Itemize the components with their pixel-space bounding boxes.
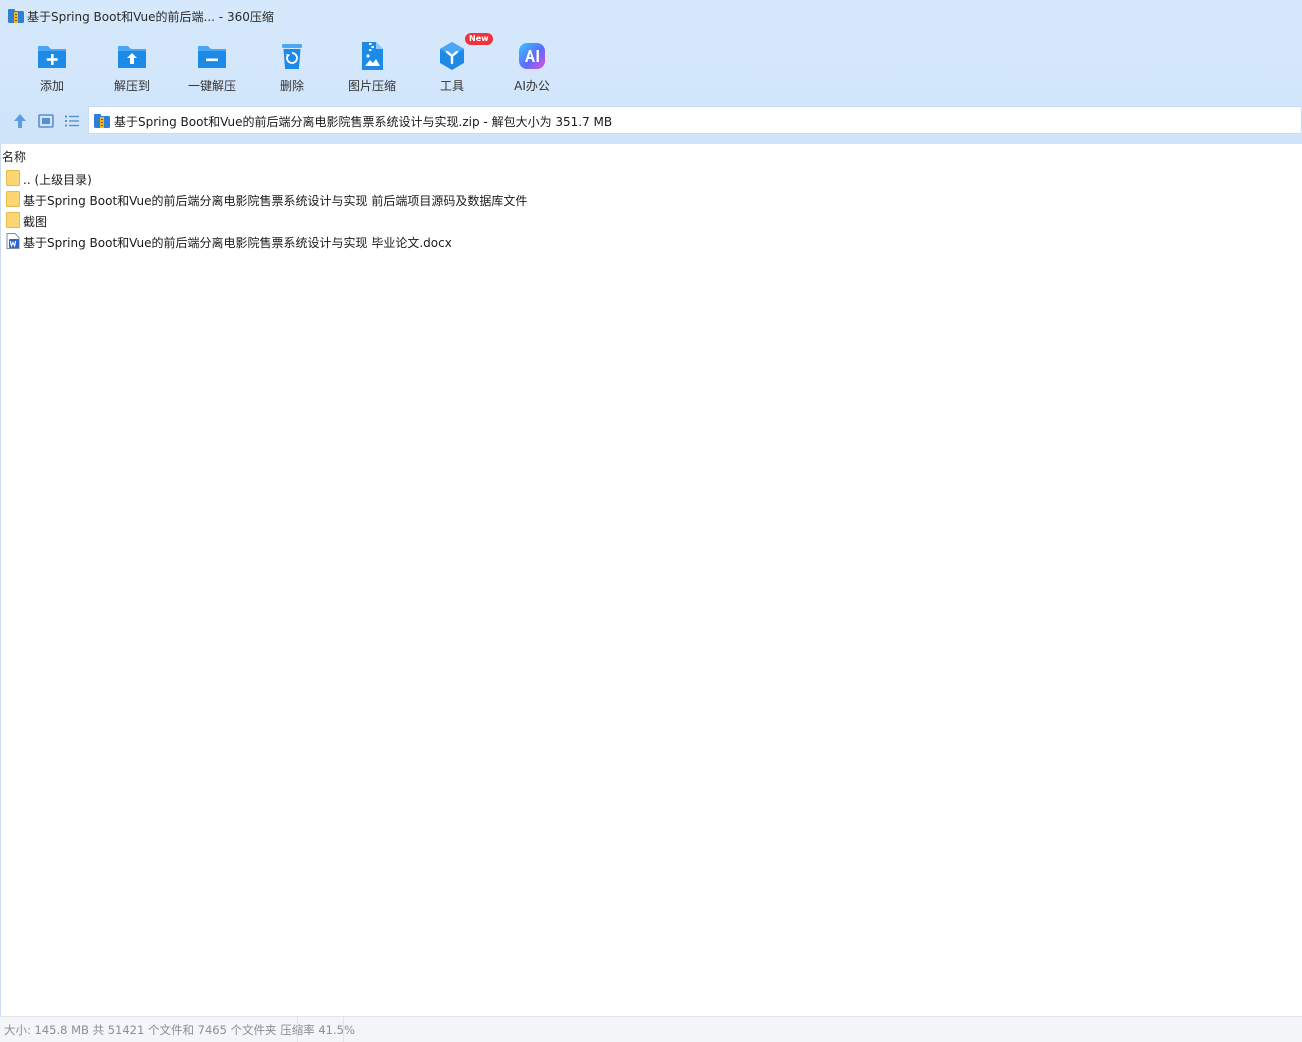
folder-oneclick-icon xyxy=(198,46,226,68)
column-header-name[interactable]: 名称 xyxy=(2,148,26,165)
image-compress-label: 图片压缩 xyxy=(347,79,396,93)
tools-button[interactable]: New 工具 xyxy=(412,33,493,100)
window-title: 基于Spring Boot和Vue的前后端... - 360压缩 xyxy=(27,10,274,24)
list-item-docx[interactable]: 基于Spring Boot和Vue的前后端分离电影院售票系统设计与实现 毕业论文… xyxy=(0,231,1302,252)
top-area: 基于Spring Boot和Vue的前后端... - 360压缩 添加 解压到 xyxy=(0,0,1302,144)
tools-label: 工具 xyxy=(439,79,464,93)
thumbnail-view-icon[interactable] xyxy=(37,112,55,130)
list-item-name: 基于Spring Boot和Vue的前后端分离电影院售票系统设计与实现 毕业论文… xyxy=(23,236,452,250)
add-label: 添加 xyxy=(39,79,64,93)
toolbar: 添加 解压到 一键解压 删除 图片压缩 New 工具 AI办公 xyxy=(12,33,572,100)
archive-app-icon xyxy=(8,9,24,23)
extract-to-button[interactable]: 解压到 xyxy=(92,38,172,100)
folder-icon xyxy=(6,191,20,207)
add-button[interactable]: 添加 xyxy=(12,38,92,100)
list-left-border xyxy=(0,144,1,1016)
list-item-parent-directory[interactable]: .. (上级目录) xyxy=(0,168,1302,189)
list-item-name: .. (上级目录) xyxy=(23,173,92,187)
image-compress-icon xyxy=(362,42,383,70)
one-click-extract-button[interactable]: 一键解压 xyxy=(172,38,252,100)
status-bar: 大小: 145.8 MB 共 51421 个文件和 7465 个文件夹 压缩率 … xyxy=(0,1016,1302,1042)
title-bar: 基于Spring Boot和Vue的前后端... - 360压缩 xyxy=(0,0,1302,32)
status-divider xyxy=(343,1017,344,1042)
list-header: 名称 xyxy=(0,144,1302,166)
status-divider xyxy=(297,1017,298,1042)
list-item-folder-source[interactable]: 基于Spring Boot和Vue的前后端分离电影院售票系统设计与实现 前后端项… xyxy=(0,189,1302,210)
extract-to-label: 解压到 xyxy=(113,79,150,93)
tools-cube-icon xyxy=(440,42,464,70)
address-bar[interactable]: 基于Spring Boot和Vue的前后端分离电影院售票系统设计与实现.zip … xyxy=(88,106,1302,134)
ai-office-button[interactable]: AI办公 xyxy=(492,38,572,100)
new-badge: New xyxy=(465,33,493,45)
folder-extract-icon xyxy=(118,46,146,68)
word-document-icon xyxy=(6,233,20,249)
list-item-name: 截图 xyxy=(23,215,48,229)
list-item-folder-screenshots[interactable]: 截图 xyxy=(0,210,1302,231)
status-text: 大小: 145.8 MB 共 51421 个文件和 7465 个文件夹 压缩率 … xyxy=(4,1023,355,1037)
folder-icon xyxy=(6,212,20,228)
ai-office-label: AI办公 xyxy=(514,79,550,93)
recycle-bin-icon xyxy=(282,44,302,69)
delete-button[interactable]: 删除 xyxy=(252,38,332,100)
folder-icon xyxy=(6,170,20,186)
folder-add-icon xyxy=(38,46,66,68)
ai-office-icon xyxy=(519,43,545,69)
zip-archive-icon xyxy=(94,114,110,128)
navigation-row: 基于Spring Boot和Vue的前后端分离电影院售票系统设计与实现.zip … xyxy=(0,106,1302,136)
list-view-icon[interactable] xyxy=(63,112,81,130)
up-directory-icon[interactable] xyxy=(11,112,29,130)
delete-label: 删除 xyxy=(279,79,304,93)
image-compress-button[interactable]: 图片压缩 xyxy=(332,38,412,100)
one-click-extract-label: 一键解压 xyxy=(187,79,236,93)
address-path: 基于Spring Boot和Vue的前后端分离电影院售票系统设计与实现.zip … xyxy=(114,115,613,129)
list-item-name: 基于Spring Boot和Vue的前后端分离电影院售票系统设计与实现 前后端项… xyxy=(23,194,528,208)
